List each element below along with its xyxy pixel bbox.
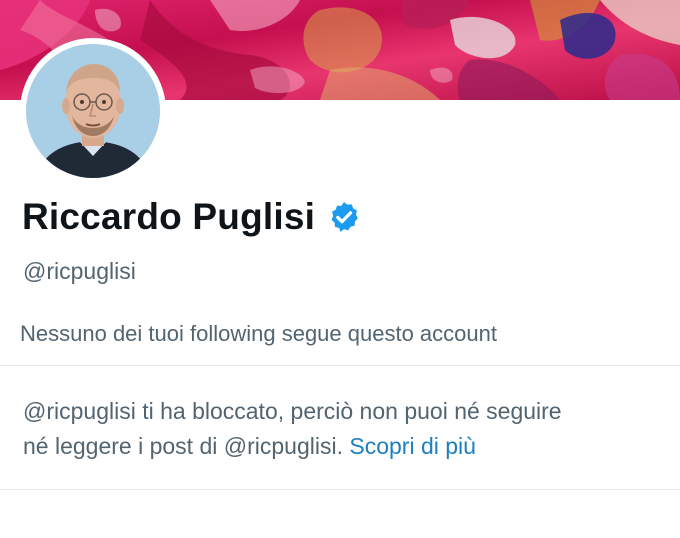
avatar-portrait <box>26 44 160 178</box>
section-divider <box>0 365 680 366</box>
profile-handle: @ricpuglisi <box>23 258 136 284</box>
section-divider <box>0 489 680 490</box>
profile-name: Riccardo Puglisi <box>22 196 316 237</box>
avatar-frame[interactable] <box>20 38 166 184</box>
profile-page: Riccardo Puglisi @ricpuglisi Nessuno dei… <box>0 0 680 538</box>
blocked-notice-text-line1: @ricpuglisi ti ha bloccato, perciò non p… <box>23 398 562 424</box>
profile-name-row: Riccardo Puglisi <box>22 196 361 238</box>
followers-you-know-text[interactable]: Nessuno dei tuoi following segue questo … <box>20 321 497 347</box>
verified-badge-icon[interactable] <box>327 200 361 234</box>
avatar[interactable] <box>26 44 160 178</box>
blocked-notice: @ricpuglisi ti ha bloccato, perciò non p… <box>23 394 673 464</box>
blocked-notice-text-line2: né leggere i post di @ricpuglisi. <box>23 433 343 459</box>
learn-more-link[interactable]: Scopri di più <box>349 433 476 459</box>
